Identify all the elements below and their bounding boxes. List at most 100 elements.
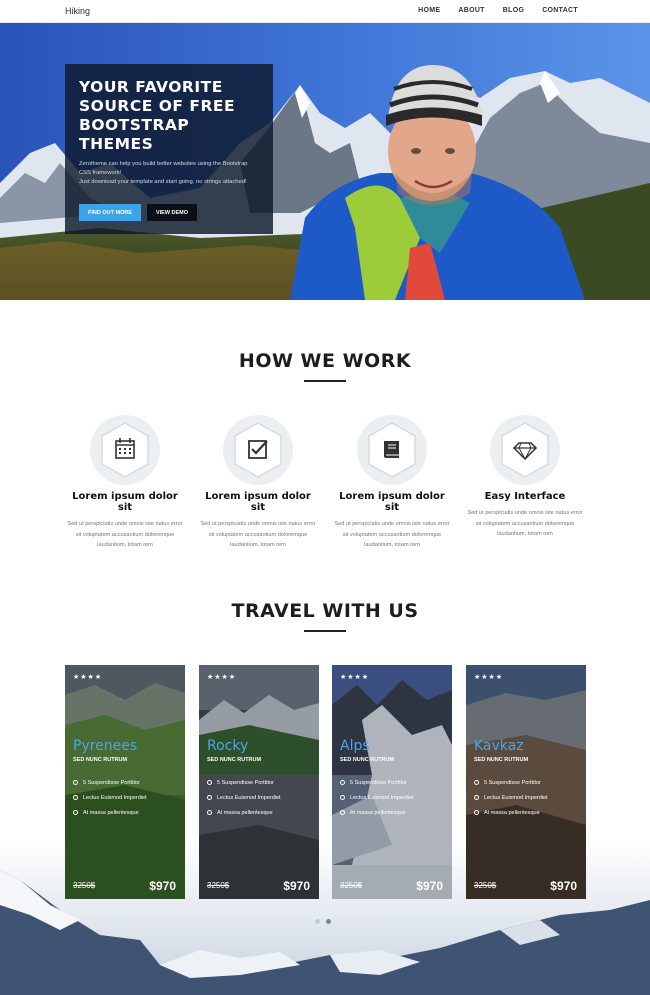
hero-title-line: YOUR FAVORITE [79, 78, 223, 96]
destination-name[interactable]: Pyrenees [73, 738, 137, 754]
card-subtitle: SED NUNC RUTRUM [207, 757, 262, 763]
feature-list: 5 Suspendisse Porttitor Lectus Euismod I… [73, 775, 147, 820]
price: $970 [550, 879, 577, 893]
price: $970 [416, 879, 443, 893]
feature-icon-badge [490, 415, 560, 485]
carousel-dot[interactable] [315, 919, 320, 924]
hero-text-panel: YOUR FAVORITE SOURCE OF FREE BOOTSTRAP T… [65, 64, 273, 234]
find-out-more-button[interactable]: FIND OUT MORE [79, 204, 141, 221]
list-item-text: 5 Suspendisse Porttitor [484, 779, 541, 786]
title-underline [304, 630, 346, 632]
feature-description: Sed ut perspiciatis unde omnis iste natu… [200, 521, 316, 548]
nav-about-link[interactable]: ABOUT [458, 7, 484, 14]
rating-stars: ★★★★ [207, 674, 237, 681]
list-item: 5 Suspendisse Porttitor [73, 775, 147, 790]
main-menu: HOME ABOUT BLOG CONTACT [418, 7, 578, 14]
feature-description: Sed ut perspiciatis unde omnis iste natu… [334, 521, 450, 548]
checkbox-edit-icon [234, 422, 282, 478]
card-subtitle: SED NUNC RUTRUM [474, 757, 529, 763]
brand-logo[interactable]: Hiking [65, 6, 90, 16]
list-item: 5 Suspendisse Porttitor [207, 775, 281, 790]
top-navbar: Hiking HOME ABOUT BLOG CONTACT [0, 0, 650, 23]
bullet-circle-icon [207, 780, 212, 785]
list-item-text: Lectus Euismod Imperdiet [350, 794, 414, 801]
list-item: 5 Suspendisse Porttitor [474, 775, 548, 790]
hero-text-line: Just download your template and start go… [79, 179, 247, 185]
list-item-text: At massa pellentesque [350, 809, 406, 816]
rating-stars: ★★★★ [73, 674, 103, 681]
bullet-circle-icon [73, 795, 78, 800]
list-item-text: 5 Suspendisse Porttitor [217, 779, 274, 786]
list-item-text: At massa pellentesque [83, 809, 139, 816]
list-item-text: 5 Suspendisse Porttitor [350, 779, 407, 786]
card-subtitle: SED NUNC RUTRUM [340, 757, 395, 763]
destination-name[interactable]: Kavkaz [474, 738, 524, 754]
nav-contact-link[interactable]: CONTACT [542, 7, 578, 14]
carousel-dot-active[interactable] [326, 919, 331, 924]
destination-name[interactable]: Rocky [207, 738, 248, 754]
tour-card[interactable]: ★★★★ Kavkaz SED NUNC RUTRUM 5 Suspendiss… [466, 665, 586, 899]
hero-title-line: SOURCE OF FREE [79, 97, 236, 115]
destination-name[interactable]: Alps [340, 738, 370, 754]
list-item-text: Lectus Euismod Imperdiet [83, 794, 147, 801]
feature-icon-badge [223, 415, 293, 485]
feature-description: Sed ut perspiciatis unde omnis iste natu… [67, 521, 183, 548]
list-item: At massa pellentesque [474, 805, 548, 820]
tour-card[interactable]: ★★★★ Pyrenees SED NUNC RUTRUM 5 Suspendi… [65, 665, 185, 899]
bullet-circle-icon [474, 795, 479, 800]
feature-title: Lorem ipsum dolor sit [72, 491, 178, 513]
rating-stars: ★★★★ [340, 674, 370, 681]
list-item: At massa pellentesque [207, 805, 281, 820]
hero-section: YOUR FAVORITE SOURCE OF FREE BOOTSTRAP T… [0, 23, 650, 300]
nav-home-link[interactable]: HOME [418, 7, 440, 14]
bullet-circle-icon [73, 810, 78, 815]
list-item: 5 Suspendisse Porttitor [340, 775, 414, 790]
bullet-circle-icon [73, 780, 78, 785]
calendar-icon [101, 422, 149, 478]
hero-buttons: FIND OUT MORE VIEW DEMO [79, 204, 197, 221]
hero-text-line: CSS framework! [79, 170, 122, 176]
feature-title: Lorem ipsum dolor sit [205, 491, 311, 513]
hero-title: YOUR FAVORITE SOURCE OF FREE BOOTSTRAP T… [79, 78, 259, 154]
nav-blog-link[interactable]: BLOG [503, 7, 524, 14]
how-we-work-title: HOW WE WORK [238, 350, 412, 372]
bullet-circle-icon [207, 810, 212, 815]
list-item-text: 5 Suspendisse Porttitor [83, 779, 140, 786]
list-item-text: At massa pellentesque [217, 809, 273, 816]
old-price: 3250$ [207, 881, 230, 890]
bullet-circle-icon [340, 810, 345, 815]
list-item-text: Lectus Euismod Imperdiet [484, 794, 548, 801]
feature-item: Lorem ipsum dolor sit Sed ut perspiciati… [198, 415, 318, 551]
feature-item: Lorem ipsum dolor sit Sed ut perspiciati… [65, 415, 185, 551]
tour-card[interactable]: ★★★★ Alps SED NUNC RUTRUM 5 Suspendisse … [332, 665, 452, 899]
list-item: Lectus Euismod Imperdiet [474, 790, 548, 805]
feature-list: 5 Suspendisse Porttitor Lectus Euismod I… [207, 775, 281, 820]
bullet-circle-icon [474, 780, 479, 785]
view-demo-button[interactable]: VIEW DEMO [147, 204, 197, 221]
title-underline [304, 380, 346, 382]
feature-icon-badge [90, 415, 160, 485]
feature-item: Easy Interface Sed ut perspiciatis unde … [465, 415, 585, 540]
hero-text-line: Zerotheme can help you build better webs… [79, 161, 248, 167]
card-subtitle: SED NUNC RUTRUM [73, 757, 128, 763]
old-price: 3250$ [340, 881, 363, 890]
feature-item: Lorem ipsum dolor sit Sed ut perspiciati… [332, 415, 452, 551]
feature-title: Easy Interface [484, 491, 566, 502]
bullet-circle-icon [340, 795, 345, 800]
list-item-text: Lectus Euismod Imperdiet [217, 794, 281, 801]
old-price: 3250$ [474, 881, 497, 890]
travel-title: TRAVEL WITH US [231, 600, 419, 622]
list-item: At massa pellentesque [73, 805, 147, 820]
feature-title: Lorem ipsum dolor sit [339, 491, 445, 513]
carousel-pagination [315, 919, 331, 924]
rating-stars: ★★★★ [474, 674, 504, 681]
tour-card[interactable]: ★★★★ Rocky SED NUNC RUTRUM 5 Suspendisse… [199, 665, 319, 899]
feature-description: Sed ut perspiciatis unde omnis iste natu… [467, 510, 583, 537]
feature-list: 5 Suspendisse Porttitor Lectus Euismod I… [340, 775, 414, 820]
book-icon [368, 422, 416, 478]
diamond-icon [501, 422, 549, 478]
feature-icon-badge [357, 415, 427, 485]
hero-description: Zerotheme can help you build better webs… [79, 160, 259, 187]
bullet-circle-icon [474, 810, 479, 815]
hero-title-line: BOOTSTRAP THEMES [79, 116, 190, 153]
